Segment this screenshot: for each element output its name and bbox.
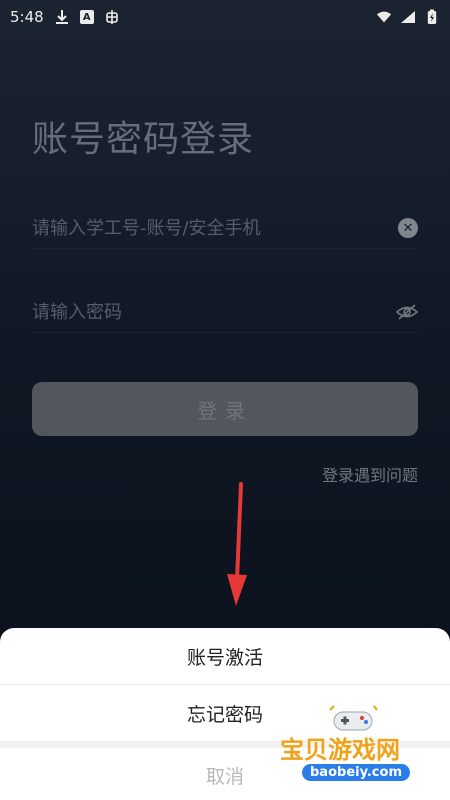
watermark-logo: 宝贝游戏网 baobeiy.com (272, 704, 442, 794)
activate-account-option[interactable]: 账号激活 (0, 628, 450, 685)
watermark-title: 宝贝游戏网 (280, 736, 400, 764)
red-arrow-icon (227, 482, 247, 606)
watermark-subtitle: baobeiy.com (302, 764, 410, 781)
